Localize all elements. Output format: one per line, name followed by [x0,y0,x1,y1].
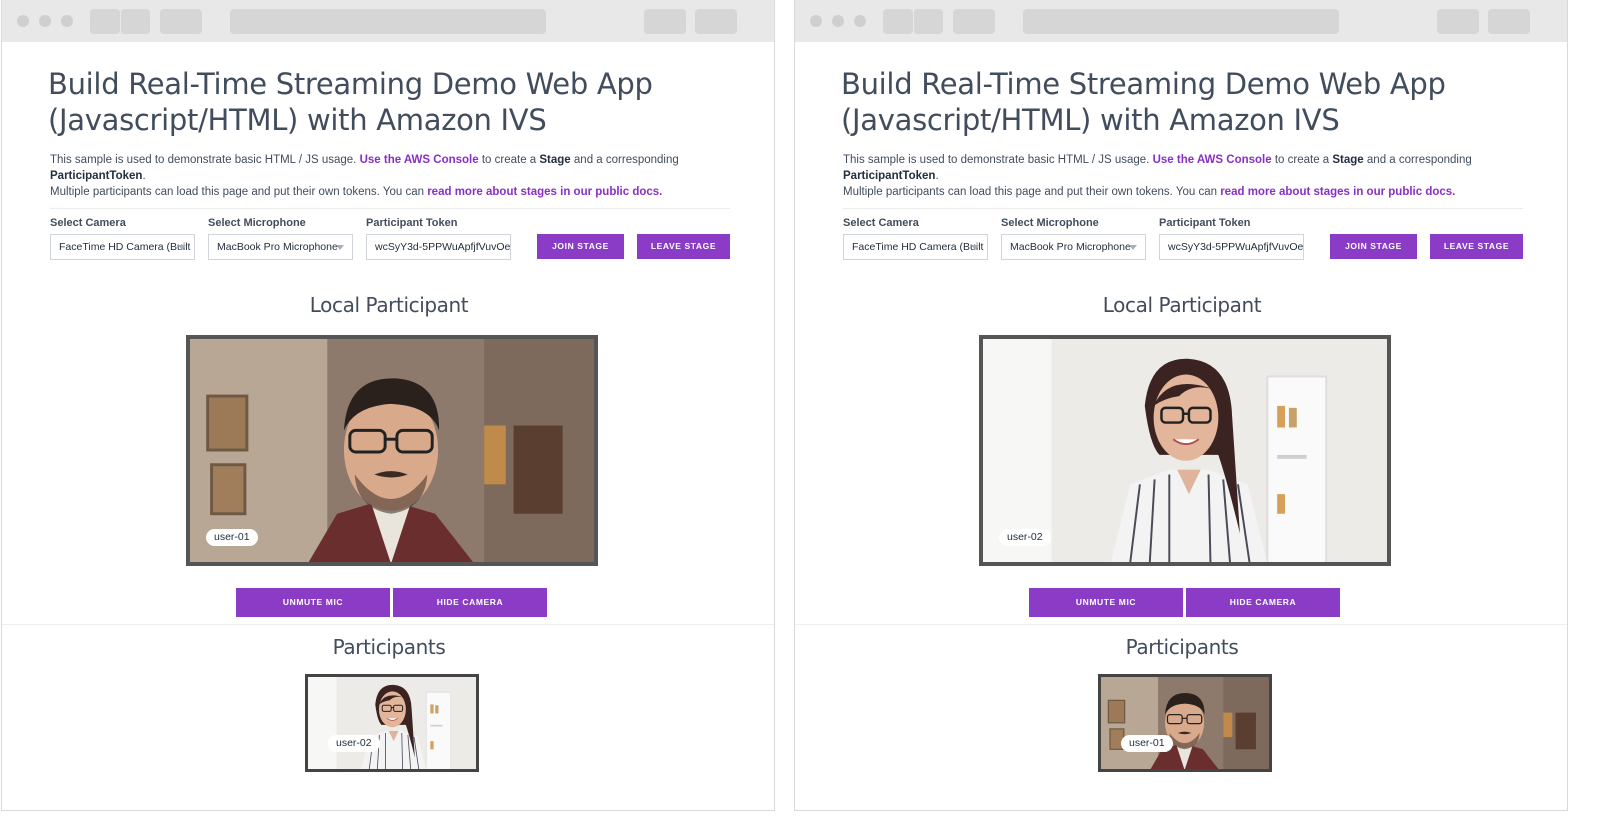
camera-value: FaceTime HD Camera (Built [852,241,984,253]
description: This sample is used to demonstrate basic… [843,152,1543,200]
browser-toolbar [795,0,1567,42]
description: This sample is used to demonstrate basic… [50,152,750,200]
microphone-value: MacBook Pro Microphone [217,241,338,253]
desc-text: and a corresponding [1363,154,1472,166]
remote-participant-video: user-02 [305,674,479,772]
desc-text: This sample is used to demonstrate basic… [50,154,360,166]
desc-text: Multiple participants can load this page… [843,186,1221,198]
divider [2,624,774,625]
local-user-tag: user-02 [999,529,1051,546]
chevron-down-icon [971,245,979,250]
page-title: Build Real-Time Streaming Demo Web App (… [48,66,688,138]
local-user-tag: user-01 [206,529,258,546]
title-line-1: Build Real-Time Streaming Demo Web App [841,67,1446,101]
token-term: ParticipantToken [843,170,936,182]
camera-value: FaceTime HD Camera (Built [59,241,191,253]
stage-term: Stage [539,154,571,166]
local-participant-heading: Local Participant [309,293,469,317]
hide-camera-button[interactable]: HIDE CAMERA [1186,588,1340,617]
camera-label: Select Camera [843,217,919,229]
local-participant-heading: Local Participant [1102,293,1262,317]
stage-term: Stage [1332,154,1364,166]
divider [843,208,1523,209]
close-window-icon[interactable] [810,15,822,27]
remote-participant-video: user-01 [1098,674,1272,772]
microphone-select[interactable]: MacBook Pro Microphone [208,234,353,260]
microphone-select[interactable]: MacBook Pro Microphone [1001,234,1146,260]
share-button[interactable] [644,9,686,34]
remote-user-tag: user-01 [1121,735,1173,752]
address-bar[interactable] [1023,9,1339,34]
minimize-window-icon[interactable] [39,15,51,27]
token-input[interactable]: wcSyY3d-5PPWuApfjfVuvOe [1159,234,1304,260]
leave-stage-button[interactable]: LEAVE STAGE [1430,234,1523,259]
remote-video-image [308,677,476,769]
address-bar[interactable] [230,9,546,34]
public-docs-link[interactable]: read more about stages in our public doc… [427,186,662,198]
desc-text: This sample is used to demonstrate basic… [843,154,1153,166]
close-window-icon[interactable] [17,15,29,27]
title-line-2: (Javascript/HTML) with Amazon IVS [841,103,1340,137]
title-line-1: Build Real-Time Streaming Demo Web App [48,67,653,101]
participants-heading: Participants [332,635,446,659]
token-value: wcSyY3d-5PPWuApfjfVuvOe [375,241,511,253]
desc-text: Multiple participants can load this page… [50,186,428,198]
unmute-mic-button[interactable]: UNMUTE MIC [236,588,390,617]
chevron-down-icon [336,245,344,250]
local-video: user-02 [979,335,1391,566]
sidebar-button[interactable] [160,9,202,34]
join-stage-button[interactable]: JOIN STAGE [537,234,624,259]
minimize-window-icon[interactable] [832,15,844,27]
token-label: Participant Token [1159,217,1251,229]
hide-camera-button[interactable]: HIDE CAMERA [393,588,547,617]
maximize-window-icon[interactable] [61,15,73,27]
desc-text: and a corresponding [570,154,679,166]
participants-heading: Participants [1125,635,1239,659]
remote-video-image [1101,677,1269,769]
aws-console-link[interactable]: Use the AWS Console [1153,154,1272,166]
camera-select[interactable]: FaceTime HD Camera (Built [843,234,988,260]
divider [795,624,1567,625]
microphone-value: MacBook Pro Microphone [1010,241,1131,253]
desc-text: . [142,170,146,182]
join-stage-button[interactable]: JOIN STAGE [1330,234,1417,259]
unmute-mic-button[interactable]: UNMUTE MIC [1029,588,1183,617]
desc-text: to create a [1271,154,1333,166]
tabs-button[interactable] [1488,9,1530,34]
forward-button[interactable] [913,9,943,34]
maximize-window-icon[interactable] [854,15,866,27]
token-value: wcSyY3d-5PPWuApfjfVuvOe [1168,241,1304,253]
browser-toolbar [2,0,774,42]
title-line-2: (Javascript/HTML) with Amazon IVS [48,103,547,137]
chevron-down-icon [1129,245,1137,250]
camera-label: Select Camera [50,217,126,229]
remote-user-tag: user-02 [328,735,380,752]
microphone-label: Select Microphone [1001,217,1099,229]
back-button[interactable] [883,9,913,34]
chevron-down-icon [178,245,186,250]
token-input[interactable]: wcSyY3d-5PPWuApfjfVuvOe [366,234,511,260]
leave-stage-button[interactable]: LEAVE STAGE [637,234,730,259]
desc-text: to create a [478,154,540,166]
sidebar-button[interactable] [953,9,995,34]
aws-console-link[interactable]: Use the AWS Console [360,154,479,166]
back-button[interactable] [90,9,120,34]
forward-button[interactable] [120,9,150,34]
token-term: ParticipantToken [50,170,143,182]
browser-window-right: Build Real-Time Streaming Demo Web App (… [794,0,1568,811]
microphone-label: Select Microphone [208,217,306,229]
desc-text: . [935,170,939,182]
camera-select[interactable]: FaceTime HD Camera (Built [50,234,195,260]
page-title: Build Real-Time Streaming Demo Web App (… [841,66,1481,138]
tabs-button[interactable] [695,9,737,34]
browser-window-left: Build Real-Time Streaming Demo Web App (… [1,0,775,811]
local-video: user-01 [186,335,598,566]
divider [50,208,730,209]
token-label: Participant Token [366,217,458,229]
share-button[interactable] [1437,9,1479,34]
public-docs-link[interactable]: read more about stages in our public doc… [1220,186,1455,198]
